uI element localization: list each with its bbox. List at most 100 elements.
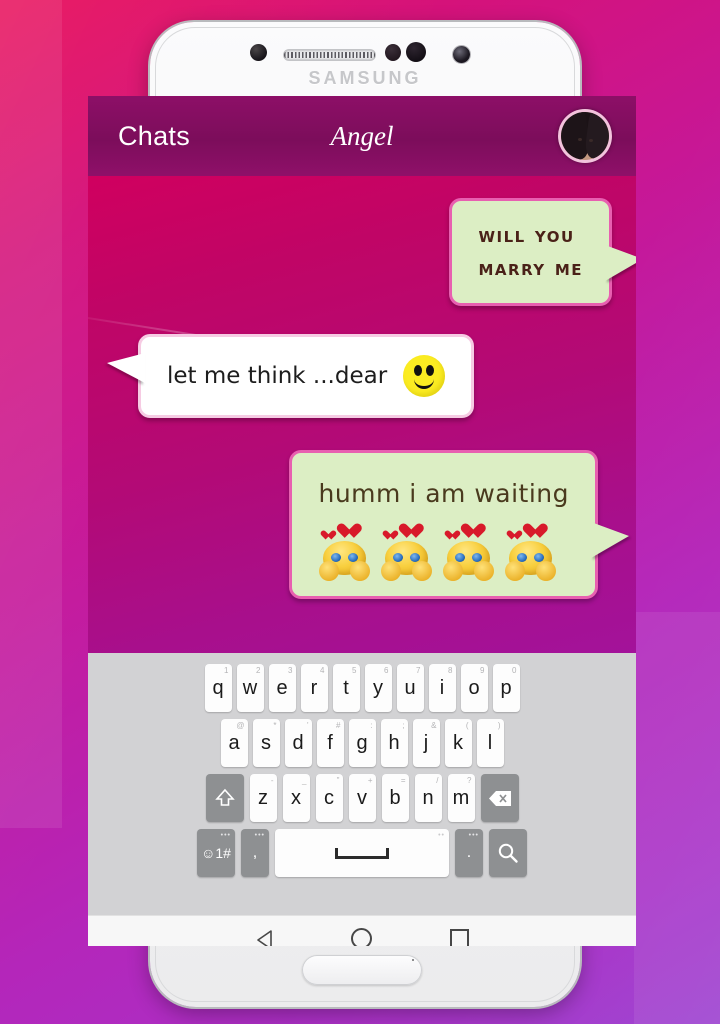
key-c[interactable]: " c [315, 774, 343, 822]
contact-avatar[interactable] [558, 109, 612, 163]
key-e[interactable]: 3e [268, 664, 296, 712]
key-p[interactable]: 0p [492, 664, 520, 712]
app-header: Chats Angel [88, 96, 636, 176]
recents-button[interactable] [450, 929, 469, 946]
key-k[interactable]: (k [444, 719, 472, 767]
key-t[interactable]: 5t [332, 664, 360, 712]
key-l[interactable]: ) l [476, 719, 504, 767]
key-z[interactable]: -z [249, 774, 277, 822]
key-label: u [404, 676, 416, 699]
key-i[interactable]: 8i [428, 664, 456, 712]
shy-love-emoji [380, 527, 433, 582]
chat-bubble-text: will you marry me [478, 223, 583, 281]
key-label: c [324, 786, 334, 809]
key-sup-dots: ••• [220, 832, 231, 839]
key-label: f [327, 731, 333, 754]
key-sup: : [370, 721, 373, 730]
home-button[interactable] [351, 928, 372, 946]
key-sup: 6 [384, 666, 389, 675]
key-sup: ? [467, 776, 472, 785]
key-label: n [422, 786, 434, 809]
key-a[interactable]: @ a [220, 719, 248, 767]
emoji-eye-right [348, 552, 359, 562]
heart-icon [463, 524, 479, 539]
space-key[interactable]: •• [275, 829, 449, 877]
chat-bubble-text: humm i am waiting [318, 479, 569, 508]
smiley-eye-left [414, 365, 423, 376]
emoji-hand-left [505, 560, 526, 581]
key-sup: ( [465, 721, 469, 730]
heart-icon [322, 530, 332, 539]
key-sup: ' [306, 721, 309, 730]
key-f[interactable]: # f [316, 719, 344, 767]
back-triangle-icon [257, 929, 272, 946]
emoji-hand-right [412, 560, 433, 581]
comma-key[interactable]: ••• , [241, 829, 269, 877]
proximity-sensor-icon [250, 44, 267, 61]
key-w[interactable]: 2w [236, 664, 264, 712]
key-r[interactable]: 4r [300, 664, 328, 712]
keyboard-row-2: @ a * s ' d # f :g ; h & j (k ) l [88, 712, 636, 767]
key-label: a [228, 731, 240, 754]
emoji-hand-right [350, 560, 371, 581]
chat-bubble-outgoing[interactable]: humm i am waiting [289, 450, 633, 599]
emoji-eye-left [455, 552, 466, 562]
key-label: d [292, 731, 304, 754]
heart-icon [339, 524, 355, 539]
phone-top-bezel: SAMSUNG [150, 22, 580, 96]
key-sup: * [273, 721, 277, 730]
message-row-outgoing-1: will you marry me [88, 198, 636, 306]
emoji-eye-right [472, 552, 483, 562]
key-n[interactable]: / n [414, 774, 442, 822]
key-x[interactable]: _ x [282, 774, 310, 822]
key-label: . [466, 844, 472, 861]
shy-love-emoji [442, 527, 495, 582]
key-label: ☺1# [201, 845, 231, 861]
key-y[interactable]: 6y [364, 664, 392, 712]
key-sup: 4 [320, 666, 325, 675]
home-circle-icon [351, 928, 372, 946]
key-u[interactable]: 7u [396, 664, 424, 712]
back-button[interactable] [255, 929, 273, 946]
key-sup: " [336, 776, 340, 785]
message-row-outgoing-2: humm i am waiting [88, 450, 636, 599]
front-camera-icon [453, 46, 470, 63]
backspace-key[interactable] [480, 774, 519, 822]
key-sup: 3 [288, 666, 293, 675]
key-q[interactable]: 1q [204, 664, 232, 712]
key-label: e [276, 676, 288, 699]
symbols-emoji-key[interactable]: ••• ☺1# [197, 829, 235, 877]
key-o[interactable]: 9o [460, 664, 488, 712]
key-b[interactable]: = b [381, 774, 409, 822]
key-d[interactable]: ' d [284, 719, 312, 767]
key-label: k [453, 731, 463, 754]
shift-key[interactable] [205, 774, 244, 822]
key-label: z [258, 786, 268, 809]
key-sup: & [431, 721, 437, 730]
key-v[interactable]: + v [348, 774, 376, 822]
emoji-hand-right [474, 560, 495, 581]
keyboard-row-4: ••• ☺1# ••• , •• ••• . [88, 822, 636, 877]
key-h[interactable]: ; h [380, 719, 408, 767]
emoji-hand-right [536, 560, 557, 581]
key-sup: 8 [448, 666, 453, 675]
physical-home-button[interactable] [302, 955, 422, 985]
chat-bubble-outgoing[interactable]: will you marry me [449, 198, 636, 306]
key-m[interactable]: ? m [447, 774, 475, 822]
search-key[interactable] [489, 829, 527, 877]
key-s[interactable]: * s [252, 719, 280, 767]
chat-message-list[interactable]: will you marry me let me think ...dear h… [88, 176, 636, 653]
key-label: s [261, 731, 271, 754]
bubble-tail [605, 245, 636, 281]
period-key[interactable]: ••• . [455, 829, 483, 877]
keyboard-row-1: 1q 2w 3e 4r 5t 6y 7u 8i 9o 0p [88, 653, 636, 712]
key-sup: ; [402, 721, 405, 730]
key-j[interactable]: & j [412, 719, 440, 767]
device-brand-label: SAMSUNG [308, 68, 422, 88]
on-screen-keyboard[interactable]: 1q 2w 3e 4r 5t 6y 7u 8i 9o 0p @ a * s ' d #… [88, 653, 636, 915]
avatar-eye-left [578, 138, 582, 141]
key-g[interactable]: :g [348, 719, 376, 767]
backspace-icon [488, 790, 511, 806]
chat-bubble-incoming[interactable]: let me think ...dear [102, 334, 475, 418]
key-label: p [500, 676, 512, 699]
